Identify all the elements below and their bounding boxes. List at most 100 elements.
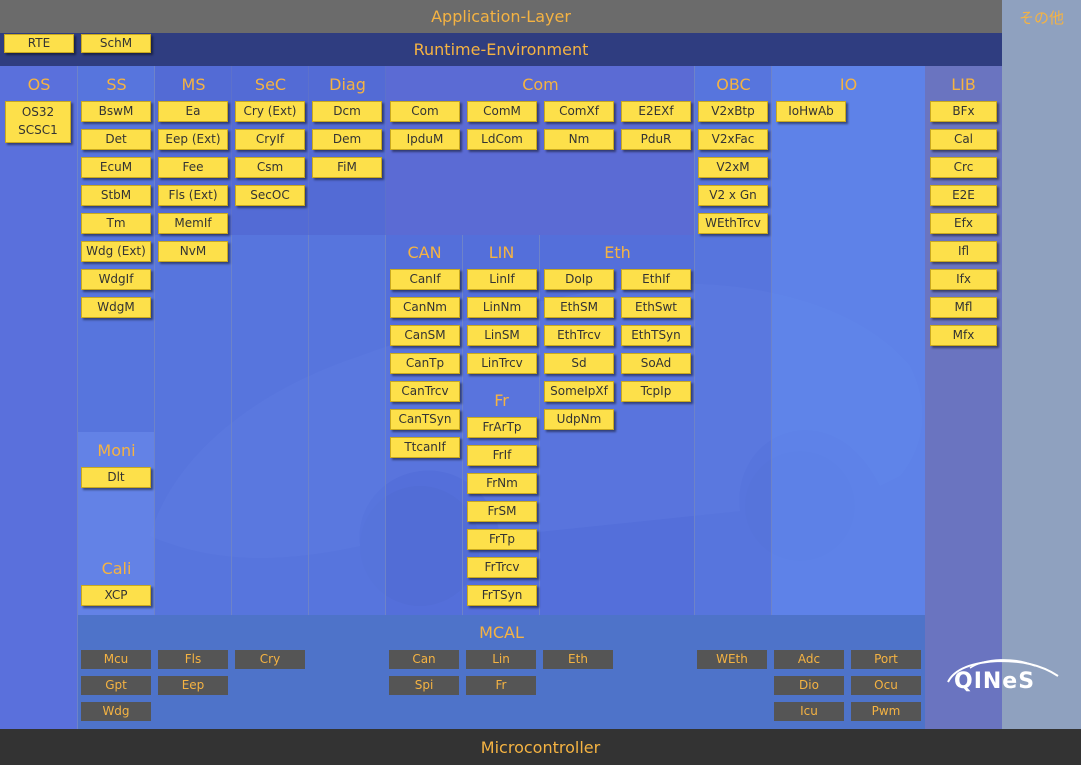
module-frsm[interactable]: FrSM (467, 501, 537, 522)
module-com[interactable]: Com (390, 101, 460, 122)
module-dlt[interactable]: Dlt (81, 467, 151, 488)
module-e2exf[interactable]: E2EXf (621, 101, 691, 122)
module-frtp[interactable]: FrTp (467, 529, 537, 550)
module-cantp[interactable]: CanTp (390, 353, 460, 374)
module-os32-scsc1[interactable]: OS32 SCSC1 (5, 101, 71, 143)
application-layer: Application-Layer (0, 0, 1002, 33)
module-frartp[interactable]: FrArTp (467, 417, 537, 438)
module-linnm[interactable]: LinNm (467, 297, 537, 318)
mcal-fr[interactable]: Fr (466, 676, 536, 695)
module-ethif[interactable]: EthIf (621, 269, 691, 290)
other-panel: その他 (1002, 0, 1081, 729)
module-crc[interactable]: Crc (930, 157, 997, 178)
module-linif[interactable]: LinIf (467, 269, 537, 290)
module-cansm[interactable]: CanSM (390, 325, 460, 346)
module-tcpip[interactable]: TcpIp (621, 381, 691, 402)
module-someipxf[interactable]: SomeIpXf (544, 381, 614, 402)
module-pdur[interactable]: PduR (621, 129, 691, 150)
mcal-can[interactable]: Can (389, 650, 459, 669)
module-wdgm[interactable]: WdgM (81, 297, 151, 318)
module-ttcanif[interactable]: TtcanIf (390, 437, 460, 458)
module-ifx[interactable]: Ifx (930, 269, 997, 290)
module-fee[interactable]: Fee (158, 157, 228, 178)
module-v2xbtp[interactable]: V2xBtp (698, 101, 768, 122)
module-wdgif[interactable]: WdgIf (81, 269, 151, 290)
module-cryif[interactable]: CryIf (235, 129, 305, 150)
mcal-fls[interactable]: Fls (158, 650, 228, 669)
mcal-pwm[interactable]: Pwm (851, 702, 921, 721)
module-nm[interactable]: Nm (544, 129, 614, 150)
module-det[interactable]: Det (81, 129, 151, 150)
mcal-mcu[interactable]: Mcu (81, 650, 151, 669)
mcal-ocu[interactable]: Ocu (851, 676, 921, 695)
module-mfl[interactable]: Mfl (930, 297, 997, 318)
mcal-cry[interactable]: Cry (235, 650, 305, 669)
module-udpnm[interactable]: UdpNm (544, 409, 614, 430)
module-canif[interactable]: CanIf (390, 269, 460, 290)
mcal-eth[interactable]: Eth (543, 650, 613, 669)
module-v2xgn[interactable]: V2 x Gn (698, 185, 768, 206)
module-stbm[interactable]: StbM (81, 185, 151, 206)
module-cry-ext[interactable]: Cry (Ext) (235, 101, 305, 122)
module-frif[interactable]: FrIf (467, 445, 537, 466)
module-frtsyn[interactable]: FrTSyn (467, 585, 537, 606)
module-eep-ext[interactable]: Eep (Ext) (158, 129, 228, 150)
module-doip[interactable]: DoIp (544, 269, 614, 290)
mcal-wdg[interactable]: Wdg (81, 702, 151, 721)
title-lin: LIN (488, 243, 515, 262)
module-iohwab[interactable]: IoHwAb (776, 101, 846, 122)
module-ethtsyn[interactable]: EthTSyn (621, 325, 691, 346)
module-soad[interactable]: SoAd (621, 353, 691, 374)
module-nvm[interactable]: NvM (158, 241, 228, 262)
module-wethtrcv[interactable]: WEthTrcv (698, 213, 768, 234)
module-sd[interactable]: Sd (544, 353, 614, 374)
module-efx[interactable]: Efx (930, 213, 997, 234)
mcal-dio[interactable]: Dio (774, 676, 844, 695)
module-mfx[interactable]: Mfx (930, 325, 997, 346)
mcal-port[interactable]: Port (851, 650, 921, 669)
module-xcp[interactable]: XCP (81, 585, 151, 606)
module-lintrcv[interactable]: LinTrcv (467, 353, 537, 374)
module-ethsm[interactable]: EthSM (544, 297, 614, 318)
module-ifl[interactable]: Ifl (930, 241, 997, 262)
module-cantrcv[interactable]: CanTrcv (390, 381, 460, 402)
module-v2xfac[interactable]: V2xFac (698, 129, 768, 150)
module-secoc[interactable]: SecOC (235, 185, 305, 206)
module-cal[interactable]: Cal (930, 129, 997, 150)
module-cannm[interactable]: CanNm (390, 297, 460, 318)
module-e2e[interactable]: E2E (930, 185, 997, 206)
module-tm[interactable]: Tm (81, 213, 151, 234)
module-frnm[interactable]: FrNm (467, 473, 537, 494)
module-linsm[interactable]: LinSM (467, 325, 537, 346)
mcal-gpt[interactable]: Gpt (81, 676, 151, 695)
module-ea[interactable]: Ea (158, 101, 228, 122)
module-fls-ext[interactable]: Fls (Ext) (158, 185, 228, 206)
mcal-lin[interactable]: Lin (466, 650, 536, 669)
mcal-icu[interactable]: Icu (774, 702, 844, 721)
module-dem[interactable]: Dem (312, 129, 382, 150)
module-memif[interactable]: MemIf (158, 213, 228, 234)
module-v2xm[interactable]: V2xM (698, 157, 768, 178)
module-cantsyn[interactable]: CanTSyn (390, 409, 460, 430)
module-comxf[interactable]: ComXf (544, 101, 614, 122)
module-rte[interactable]: RTE (4, 34, 74, 53)
module-wdg-ext[interactable]: Wdg (Ext) (81, 241, 151, 262)
module-ldcom[interactable]: LdCom (467, 129, 537, 150)
module-bswm[interactable]: BswM (81, 101, 151, 122)
module-ethtrcv[interactable]: EthTrcv (544, 325, 614, 346)
module-schm[interactable]: SchM (81, 34, 151, 53)
module-ethswt[interactable]: EthSwt (621, 297, 691, 318)
module-ipdum[interactable]: IpduM (390, 129, 460, 150)
mcal-eep[interactable]: Eep (158, 676, 228, 695)
module-ecum[interactable]: EcuM (81, 157, 151, 178)
module-comm[interactable]: ComM (467, 101, 537, 122)
module-dcm[interactable]: Dcm (312, 101, 382, 122)
mcal-weth[interactable]: WEth (697, 650, 767, 669)
mcal-adc[interactable]: Adc (774, 650, 844, 669)
module-fim[interactable]: FiM (312, 157, 382, 178)
application-layer-label: Application-Layer (431, 7, 571, 26)
module-csm[interactable]: Csm (235, 157, 305, 178)
module-frtrcv[interactable]: FrTrcv (467, 557, 537, 578)
module-bfx[interactable]: BFx (930, 101, 997, 122)
mcal-spi[interactable]: Spi (389, 676, 459, 695)
